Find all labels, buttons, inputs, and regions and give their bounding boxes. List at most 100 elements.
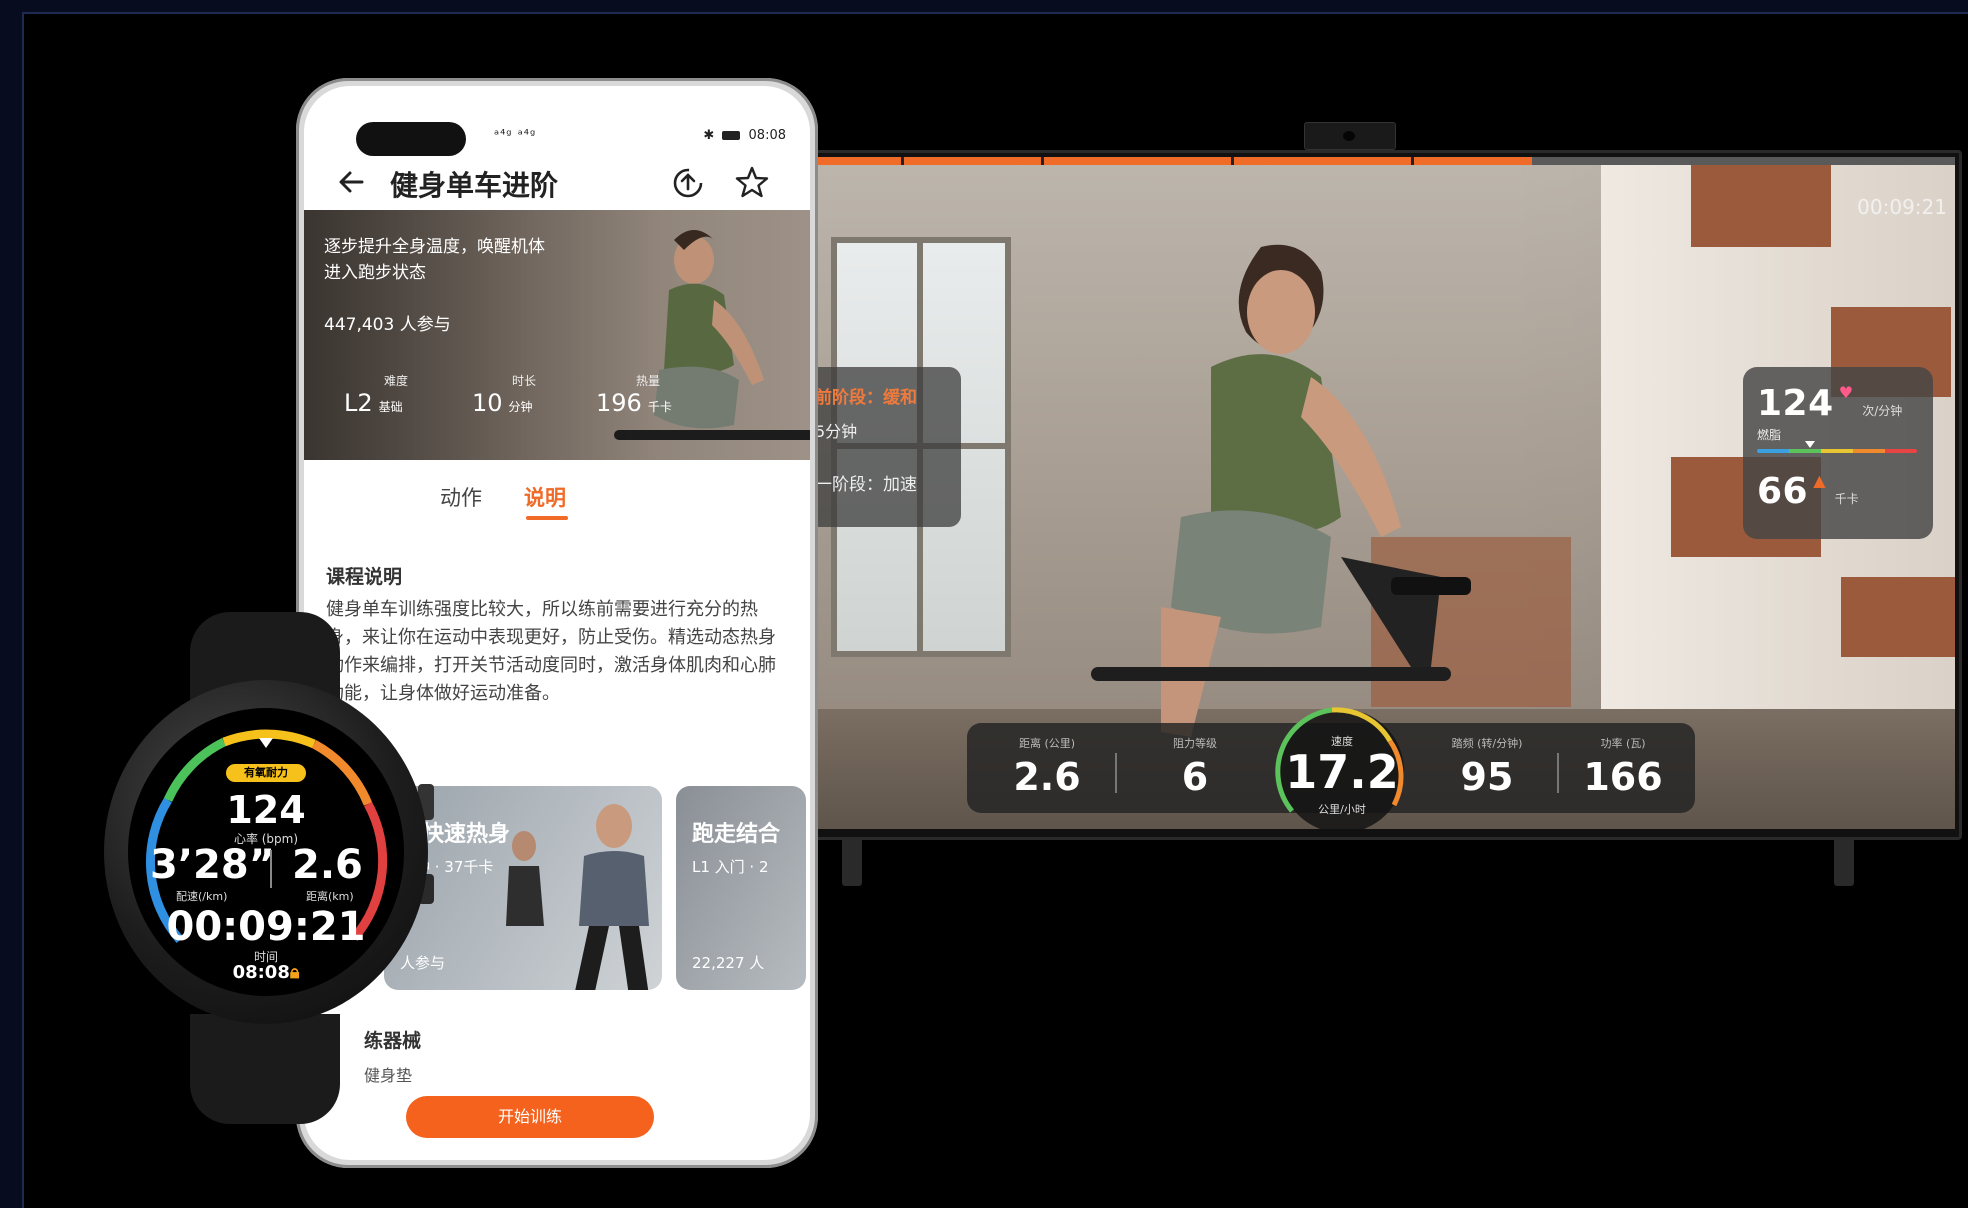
stage-info-panel: 前阶段：缓和 5分钟 一阶段：加速	[811, 367, 961, 527]
course-hero-banner: 逐步提升全身温度，唤醒机体 进入跑步状态 447,403 人参与 难度 L2 基础…	[304, 210, 810, 460]
watch-distance: 2.6	[292, 842, 363, 888]
related-course-card[interactable]: 跑走结合 L1 入门 · 2 22,227 人	[676, 786, 806, 990]
tab-description[interactable]: 说明	[524, 482, 566, 512]
stat-value: 95	[1460, 755, 1514, 799]
favorite-button[interactable]	[732, 162, 772, 202]
course-description-title: 课程说明	[326, 566, 403, 588]
status-time: 08:08	[748, 128, 786, 143]
lock-icon: 🔒︎	[289, 962, 300, 983]
zone-badge: 有氧耐力	[226, 764, 306, 782]
stat-value: 6	[1181, 755, 1209, 799]
watch-pace-label: 配速(/km)	[176, 890, 228, 903]
watch-divider	[270, 850, 272, 888]
watch-clock-time: 08:08	[232, 962, 290, 983]
card-meta: L1 入门 · 2	[692, 858, 769, 876]
current-stage-label: 前阶段：缓和	[815, 388, 917, 408]
watch-face: 有氧耐力 124 心率 (bpm) 3’28” 配速(/km) 2.6 距离(k…	[128, 708, 404, 996]
watch-distance-label: 距离(km)	[306, 890, 354, 903]
active-tab-indicator	[526, 516, 568, 520]
workout-progress-bar	[811, 157, 1955, 165]
progress-segment	[1041, 157, 1044, 165]
stat-value: 166	[1583, 755, 1663, 799]
bluetooth-icon: ✱	[703, 128, 715, 143]
signal-icon: ᵃ⁴ᵍ ᵃ⁴ᵍ	[494, 128, 537, 143]
heart-rate-panel: 124 ♥ 次/分钟 燃脂 66 ▲ 千卡	[1743, 367, 1933, 539]
hero-cyclist-illustration	[614, 230, 810, 440]
tv-stand-left	[842, 840, 862, 886]
metric-difficulty: 难度 L2 基础	[344, 372, 408, 417]
heart-rate-zone: 燃脂	[1757, 428, 1782, 442]
tv-camera	[1304, 122, 1396, 150]
metric-key: 热量	[636, 374, 661, 388]
metric-calories: 热量 196 千卡	[596, 372, 672, 417]
stat-label: 距离 (公里)	[1018, 737, 1076, 750]
progress-segment	[901, 157, 904, 165]
stat-distance: 距离 (公里) 2.6	[987, 723, 1107, 799]
smart-tv: 00:09:21 前阶段：缓和 5分钟 一阶段：加速 124 ♥ 次/分钟 燃脂…	[804, 150, 1962, 840]
stat-divider	[1115, 753, 1117, 793]
metric-value: L2	[344, 389, 373, 417]
zone-marker-icon	[1805, 441, 1815, 448]
current-stage-duration: 5分钟	[815, 422, 858, 441]
battery-icon	[722, 131, 741, 140]
back-arrow-icon	[339, 171, 364, 193]
equipment-item: 健身垫	[364, 1066, 413, 1085]
metric-key: 时长	[512, 374, 537, 388]
page-title: 健身单车进阶	[390, 169, 559, 202]
cyclist-illustration	[1091, 244, 1471, 737]
card-participants: 22,227 人	[692, 954, 765, 972]
tv-calories-value: 66	[1757, 471, 1809, 512]
stat-value: 2.6	[1013, 755, 1081, 799]
stat-divider	[1557, 753, 1559, 793]
phone-screen: ᵃ⁴ᵍ ᵃ⁴ᵍ ✱ 08:08 健身单车进阶 逐步提升全身温度，唤醒机体 进入跑…	[304, 86, 810, 1160]
speed-value: 17.2	[1285, 745, 1399, 799]
cast-button[interactable]	[668, 162, 708, 202]
stat-label: 功率 (瓦)	[1600, 737, 1646, 750]
status-right: ✱ 08:08	[703, 128, 786, 143]
cast-icon	[673, 168, 703, 198]
brick	[1841, 577, 1955, 657]
stat-label: 踏频 (转/分钟)	[1451, 737, 1523, 750]
hero-tagline-line2: 进入跑步状态	[324, 263, 426, 283]
speed-unit: 公里/小时	[1318, 803, 1366, 816]
metric-key: 难度	[384, 374, 409, 388]
product-stage: 00:09:21 前阶段：缓和 5分钟 一阶段：加速 124 ♥ 次/分钟 燃脂…	[22, 12, 1968, 1208]
tv-heart-rate-value: 124	[1757, 383, 1834, 424]
back-button[interactable]	[334, 162, 374, 202]
flame-icon: ▲	[1813, 471, 1826, 490]
hero-tagline-line1: 逐步提升全身温度，唤醒机体	[324, 237, 545, 257]
tab-actions[interactable]: 动作	[440, 482, 482, 512]
progress-segment	[1231, 157, 1234, 165]
workout-stats-bar: 距离 (公里) 2.6 阻力等级 6 速度 17.2 公里/小时 踏频 (转/分…	[967, 707, 1695, 829]
start-training-button[interactable]: 开始训练	[406, 1096, 654, 1138]
stat-cadence: 踏频 (转/分钟) 95	[1427, 723, 1547, 799]
tv-heart-rate-unit: 次/分钟	[1862, 404, 1903, 418]
tv-stand-right	[1834, 840, 1854, 886]
course-tabs: 动作 说明	[304, 476, 810, 526]
watch-pace: 3’28”	[150, 842, 275, 888]
star-icon	[735, 166, 769, 198]
smartphone: ᵃ⁴ᵍ ᵃ⁴ᵍ ✱ 08:08 健身单车进阶 逐步提升全身温度，唤醒机体 进入跑…	[296, 78, 818, 1168]
metric-unit: 千卡	[647, 400, 672, 414]
metric-duration: 时长 10 分钟	[472, 372, 536, 417]
metric-value: 10	[472, 389, 503, 417]
metric-unit: 基础	[378, 400, 403, 414]
watch-heart-rate: 124	[226, 788, 306, 832]
metric-unit: 分钟	[508, 400, 533, 414]
heart-icon: ♥	[1838, 383, 1854, 402]
next-stage-label: 一阶段：加速	[815, 475, 917, 495]
participant-count: 447,403 人参与	[324, 315, 451, 335]
watch-clock: 08:08🔒︎	[128, 962, 404, 983]
stat-power: 功率 (瓦) 166	[1563, 723, 1683, 799]
workout-progress-fill	[811, 157, 1532, 165]
tv-screen: 00:09:21 前阶段：缓和 5分钟 一阶段：加速 124 ♥ 次/分钟 燃脂…	[811, 157, 1955, 829]
heart-rate-zone-bar	[1757, 441, 1917, 453]
card-participants: 人参与	[400, 954, 446, 972]
progress-segment	[1411, 157, 1414, 165]
hero-tagline: 逐步提升全身温度，唤醒机体 进入跑步状态	[324, 234, 545, 286]
runner-illustration	[506, 804, 649, 990]
card-title: 跑走结合	[692, 822, 781, 847]
watch-elapsed-time: 00:09:21	[166, 904, 366, 950]
watch-strap-bottom	[190, 1014, 340, 1124]
stat-label: 阻力等级	[1173, 737, 1217, 750]
